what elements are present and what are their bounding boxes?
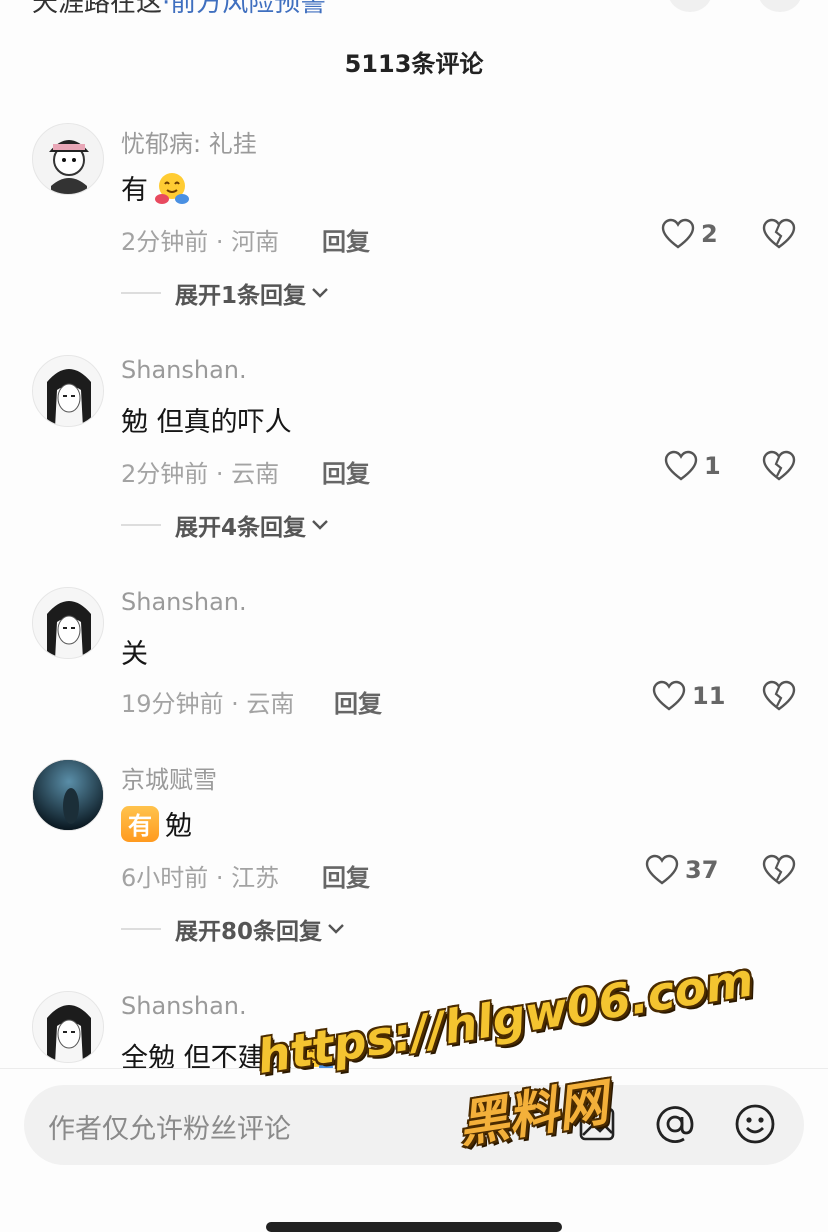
comment-input-placeholder: 作者仅允许粉丝评论 [48,1114,291,1145]
expand-label: 展开4条回复 [175,515,307,541]
like-button[interactable]: 37 [645,854,718,886]
chevron-down-icon [312,520,328,530]
avatar[interactable] [32,991,104,1063]
input-divider [0,1068,828,1069]
username[interactable]: 京城赋雪 [121,760,217,795]
comment-text-content: 有 [121,175,148,206]
username[interactable]: 忧郁病: 礼挂 [121,124,257,159]
like-button[interactable]: 11 [652,680,725,712]
hug-face-emoji [154,171,190,205]
avatar[interactable] [32,355,104,427]
comment-text-content: 勉 但真的吓人 [121,407,292,438]
like-count: 1 [704,452,721,480]
comment-text-content: 勉 [165,811,192,842]
heart-icon [652,680,686,711]
you-badge-emoji: 有 [121,805,159,842]
top-action-button-1[interactable] [668,0,712,12]
like-count: 2 [701,220,718,248]
comment-count-title: 5113条评论 [344,50,484,78]
expand-replies-button[interactable]: 展开1条回复 [121,276,330,310]
time-location: 6小时前 · 江苏 [121,864,280,892]
broken-heart-icon [762,218,796,249]
avatar[interactable] [32,123,104,195]
chevron-down-icon [328,924,344,934]
heart-icon [664,450,698,481]
expand-label: 展开1条回复 [175,283,307,309]
chevron-down-icon [312,288,328,298]
top-partial-link[interactable]: ·前方风险预警 [162,0,326,18]
expand-replies-button[interactable]: 展开4条回复 [121,508,330,542]
avatar[interactable] [32,759,104,831]
username[interactable]: Shanshan. [121,356,247,384]
expand-divider [121,928,161,930]
home-indicator [266,1222,562,1232]
top-action-button-2[interactable] [758,0,802,12]
reply-button[interactable]: 回复 [322,222,370,257]
dislike-button[interactable] [762,450,796,486]
comment-text: 有 勉 [121,804,192,843]
dislike-button[interactable] [762,218,796,254]
top-partial-dark: 天涯路在这 [32,0,163,18]
comment-text: 勉 但真的吓人 [121,400,292,439]
watermark-url: https://hlgw06.com [253,952,758,1084]
reply-button[interactable]: 回复 [322,858,370,893]
expand-divider [121,292,161,294]
reply-button[interactable]: 回复 [334,684,382,719]
expand-divider [121,524,161,526]
comment-text-content: 关 [121,639,148,670]
broken-heart-icon [762,680,796,711]
comment-text: 有 [121,168,190,207]
heart-icon [661,218,695,249]
reply-button[interactable]: 回复 [322,454,370,489]
smiley-icon[interactable] [734,1103,776,1149]
comment-text: 关 [121,632,148,671]
heart-icon [645,854,679,885]
expand-replies-button[interactable]: 展开80条回复 [121,912,346,946]
top-partial-text: 天涯路在这·前方风险预警 [32,0,326,19]
broken-heart-icon [762,450,796,481]
like-count: 37 [685,856,719,884]
like-count: 11 [692,682,726,710]
expand-label: 展开80条回复 [175,919,323,945]
avatar[interactable] [32,587,104,659]
username[interactable]: Shanshan. [121,588,247,616]
dislike-button[interactable] [762,680,796,716]
like-button[interactable]: 2 [661,218,718,250]
comment-input[interactable]: 作者仅允许粉丝评论 [24,1085,804,1165]
at-icon[interactable] [654,1103,696,1149]
time-location: 2分钟前 · 河南 [121,228,280,256]
time-location: 19分钟前 · 云南 [121,690,295,718]
username[interactable]: Shanshan. [121,992,247,1020]
broken-heart-icon [762,854,796,885]
time-location: 2分钟前 · 云南 [121,460,280,488]
like-button[interactable]: 1 [664,450,721,482]
dislike-button[interactable] [762,854,796,890]
